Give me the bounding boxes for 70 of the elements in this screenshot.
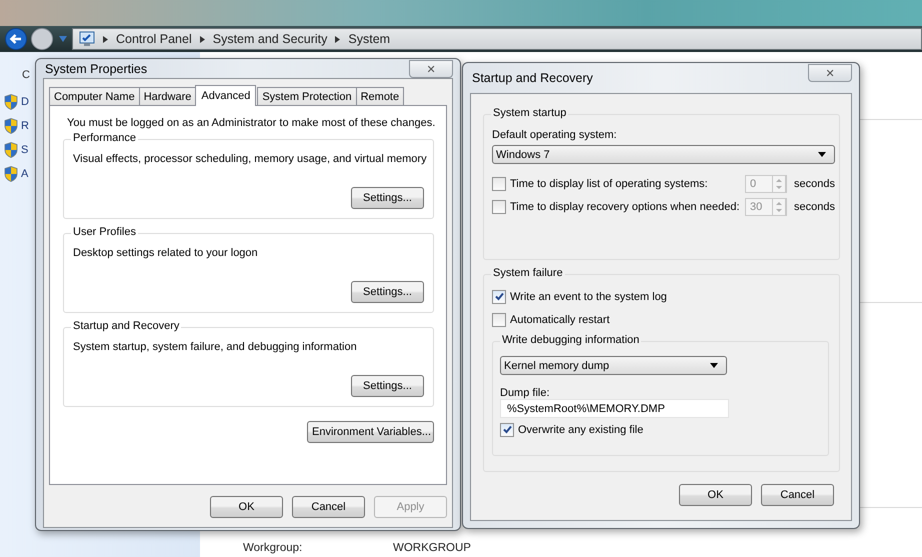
checkbox-label: Time to display recovery options when needed:	[510, 200, 740, 212]
sidebar-link[interactable]: A	[21, 168, 28, 180]
group-title: Write debugging information	[500, 334, 642, 346]
breadcrumb-arrow-icon	[200, 36, 205, 42]
environment-variables-button[interactable]: Environment Variables...	[307, 421, 434, 443]
unit-label: seconds	[794, 200, 835, 212]
settings-button[interactable]: Settings...	[351, 375, 424, 397]
group-description: System startup, system failure, and debugging information	[73, 341, 357, 353]
detail-value: WORKGROUP	[393, 542, 471, 554]
tab[interactable]: Hardware	[138, 87, 196, 105]
sidebar-link[interactable]: D	[21, 96, 29, 108]
address-bar[interactable]: Control Panel System and Security System	[72, 28, 922, 50]
dialog-title: System Properties	[45, 62, 148, 76]
dialog-button[interactable]: Cancel	[761, 484, 834, 506]
breadcrumb-arrow-icon	[103, 36, 108, 42]
group-title: User Profiles	[71, 226, 138, 238]
checkbox[interactable]	[492, 290, 506, 304]
shield-icon	[4, 94, 18, 110]
history-dropdown-icon[interactable]	[59, 36, 67, 42]
close-button[interactable]: ✕	[409, 60, 453, 78]
group-description: Visual effects, processor scheduling, memory usage, and virtual memory	[73, 153, 427, 165]
dialog-button[interactable]: Cancel	[292, 496, 365, 518]
spinner-arrows-icon	[772, 174, 786, 192]
field-label: Dump file:	[500, 387, 551, 399]
breadcrumb-item[interactable]: System and Security	[212, 32, 328, 46]
group-title: System startup	[491, 107, 568, 119]
checkbox[interactable]	[500, 422, 514, 436]
dropdown-caret-icon	[818, 152, 826, 157]
unit-label: seconds	[794, 178, 835, 190]
checkbox[interactable]	[492, 176, 506, 190]
os-dropdown[interactable]: Windows 7	[492, 145, 835, 164]
tab[interactable]: System Protection	[257, 87, 357, 105]
shield-icon	[4, 118, 18, 134]
tab[interactable]: Computer Name	[49, 87, 140, 105]
checkbox-label: Overwrite any existing file	[518, 424, 644, 436]
breadcrumb-item[interactable]: Control Panel	[116, 32, 192, 46]
group-title: Performance	[71, 132, 138, 144]
shield-icon	[4, 142, 18, 158]
checkbox[interactable]	[492, 312, 506, 326]
sidebar-link[interactable]: S	[21, 144, 28, 156]
forward-button[interactable]	[30, 27, 54, 51]
back-button[interactable]	[4, 27, 28, 51]
settings-button[interactable]: Settings...	[351, 187, 424, 209]
sidebar-heading: C	[21, 69, 30, 81]
tab[interactable]: Advanced	[195, 85, 256, 106]
breadcrumb-item[interactable]: System	[348, 32, 390, 46]
close-button[interactable]: ✕	[808, 64, 852, 82]
control-panel-icon	[79, 31, 95, 47]
dialog-button[interactable]: OK	[210, 496, 283, 518]
shield-icon	[4, 166, 18, 182]
checkbox-label: Time to display list of operating systems:	[510, 178, 709, 190]
group-title: Startup and Recovery	[71, 320, 182, 332]
dialog-button[interactable]: OK	[679, 484, 752, 506]
dropdown-caret-icon	[710, 363, 718, 368]
checkbox-label: Write an event to the system log	[510, 290, 667, 302]
dump-file-field[interactable]: %SystemRoot%\MEMORY.DMP	[500, 399, 729, 418]
tab[interactable]: Remote	[356, 87, 404, 105]
group-title: System failure	[491, 267, 565, 279]
checkbox-label: Automatically restart	[510, 314, 610, 326]
checkbox[interactable]	[492, 200, 506, 214]
spinner-arrows-icon	[772, 198, 786, 216]
field-label: Default operating system:	[492, 129, 618, 141]
group-description: Desktop settings related to your logon	[73, 247, 258, 259]
dump-type-dropdown[interactable]: Kernel memory dump	[500, 356, 727, 375]
sidebar-link[interactable]: R	[21, 120, 29, 132]
breadcrumb-arrow-icon	[335, 36, 340, 42]
dialog-title: Startup and Recovery	[472, 71, 593, 85]
settings-button[interactable]: Settings...	[351, 281, 424, 303]
admin-notice: You must be logged on as an Administrator to make most of these changes.	[66, 117, 436, 129]
detail-label: Workgroup:	[243, 542, 304, 554]
